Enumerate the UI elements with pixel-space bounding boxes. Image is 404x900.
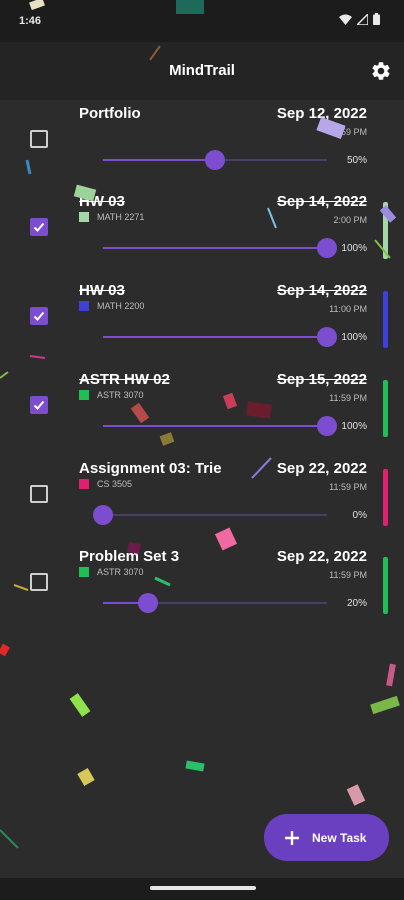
check-icon <box>33 222 45 232</box>
battery-icon <box>373 13 380 25</box>
task-name: Assignment 03: Trie <box>79 460 222 477</box>
progress-slider[interactable] <box>103 150 327 170</box>
task-due-time: 11:00 PM <box>329 304 367 314</box>
task-course: ASTR 3070 <box>79 390 144 400</box>
progress-percent: 50% <box>346 155 367 166</box>
course-color-swatch <box>79 212 89 222</box>
task-row[interactable]: HW 03 Sep 14, 2022 MATH 2200 11:00 PM 10… <box>0 277 404 365</box>
task-name: HW 03 <box>79 193 125 210</box>
course-color-bar <box>383 469 388 526</box>
task-due-date: Sep 22, 2022 <box>276 548 367 565</box>
task-due-time: 11:59 PM <box>329 127 367 137</box>
task-course: MATH 2271 <box>79 212 144 222</box>
task-due-date: Sep 22, 2022 <box>276 460 367 477</box>
task-name: ASTR HW 02 <box>79 371 170 388</box>
task-name: HW 03 <box>79 282 125 299</box>
new-task-button[interactable]: New Task <box>264 814 389 861</box>
course-color-swatch <box>79 390 89 400</box>
progress-slider[interactable] <box>103 593 327 613</box>
course-color-bar <box>383 557 388 614</box>
progress-slider[interactable] <box>103 327 337 347</box>
plus-icon <box>285 830 299 845</box>
system-nav-bar <box>0 878 404 900</box>
slider-thumb[interactable] <box>205 150 225 170</box>
slider-fill <box>103 247 327 249</box>
task-row[interactable]: ASTR HW 02 Sep 15, 2022 ASTR 3070 11:59 … <box>0 366 404 454</box>
course-color-bar <box>383 291 388 348</box>
course-color-swatch <box>79 567 89 577</box>
settings-button[interactable] <box>370 60 392 82</box>
home-gesture-handle[interactable] <box>150 886 256 890</box>
task-course: CS 3505 <box>79 479 132 489</box>
status-bar: 1:46 <box>0 0 404 42</box>
task-checkbox[interactable] <box>30 218 48 236</box>
task-checkbox[interactable] <box>30 396 48 414</box>
task-row[interactable]: Assignment 03: Trie Sep 22, 2022 CS 3505… <box>0 455 404 543</box>
progress-percent: 0% <box>352 510 367 521</box>
app-title: MindTrail <box>169 62 235 79</box>
course-label: CS 3505 <box>97 479 133 489</box>
task-list: Portfolio Sep 12, 2022 11:59 PM 50% HW 0… <box>0 100 404 880</box>
task-due-time: 2:00 PM <box>333 215 367 225</box>
course-label: ASTR 3070 <box>97 390 144 400</box>
progress-percent: 100% <box>341 243 367 254</box>
task-name: Portfolio <box>79 105 141 122</box>
task-checkbox[interactable] <box>30 130 48 148</box>
wifi-icon <box>339 14 352 25</box>
progress-slider[interactable] <box>103 416 337 436</box>
task-checkbox[interactable] <box>30 573 48 591</box>
slider-thumb[interactable] <box>137 593 158 613</box>
slider-fill <box>103 336 327 338</box>
progress-slider[interactable] <box>103 238 337 258</box>
task-due-date: Sep 14, 2022 <box>276 282 367 299</box>
task-row[interactable]: HW 03 Sep 14, 2022 MATH 2271 2:00 PM 100… <box>0 188 404 276</box>
status-icons <box>339 13 380 25</box>
task-course: MATH 2200 <box>79 301 144 311</box>
task-name: Problem Set 3 <box>79 548 180 565</box>
course-label: MATH 2271 <box>97 212 145 222</box>
task-course: ASTR 3070 <box>79 567 144 577</box>
check-icon <box>33 400 45 410</box>
check-icon <box>33 311 45 321</box>
course-color-bar <box>383 380 388 437</box>
status-time: 1:46 <box>19 15 42 27</box>
task-due-date: Sep 14, 2022 <box>276 193 367 210</box>
course-label: MATH 2200 <box>97 301 145 311</box>
task-due-time: 11:59 PM <box>329 482 367 492</box>
task-checkbox[interactable] <box>30 485 48 503</box>
task-due-date: Sep 12, 2022 <box>276 105 367 122</box>
task-due-time: 11:59 PM <box>329 393 367 403</box>
slider-thumb[interactable] <box>317 327 337 347</box>
course-color-bar <box>383 202 388 259</box>
progress-percent: 20% <box>346 598 367 609</box>
progress-slider[interactable] <box>93 505 327 525</box>
task-row[interactable]: Problem Set 3 Sep 22, 2022 ASTR 3070 11:… <box>0 543 404 631</box>
task-due-time: 11:59 PM <box>329 570 367 580</box>
course-color-swatch <box>79 301 89 311</box>
slider-thumb[interactable] <box>317 416 337 436</box>
gear-icon <box>372 62 390 80</box>
cellular-icon <box>357 13 368 25</box>
progress-percent: 100% <box>341 332 367 343</box>
task-due-date: Sep 15, 2022 <box>276 371 367 388</box>
progress-percent: 100% <box>341 421 367 432</box>
task-checkbox[interactable] <box>30 307 48 325</box>
slider-fill <box>103 425 327 427</box>
slider-thumb[interactable] <box>93 505 113 525</box>
new-task-label: New Task <box>312 830 367 845</box>
course-label: ASTR 3070 <box>97 567 144 577</box>
slider-thumb[interactable] <box>317 238 337 258</box>
app-bar: MindTrail <box>0 42 404 100</box>
task-row[interactable]: Portfolio Sep 12, 2022 11:59 PM 50% <box>0 100 404 188</box>
course-color-swatch <box>79 479 89 489</box>
slider-fill <box>103 159 215 161</box>
